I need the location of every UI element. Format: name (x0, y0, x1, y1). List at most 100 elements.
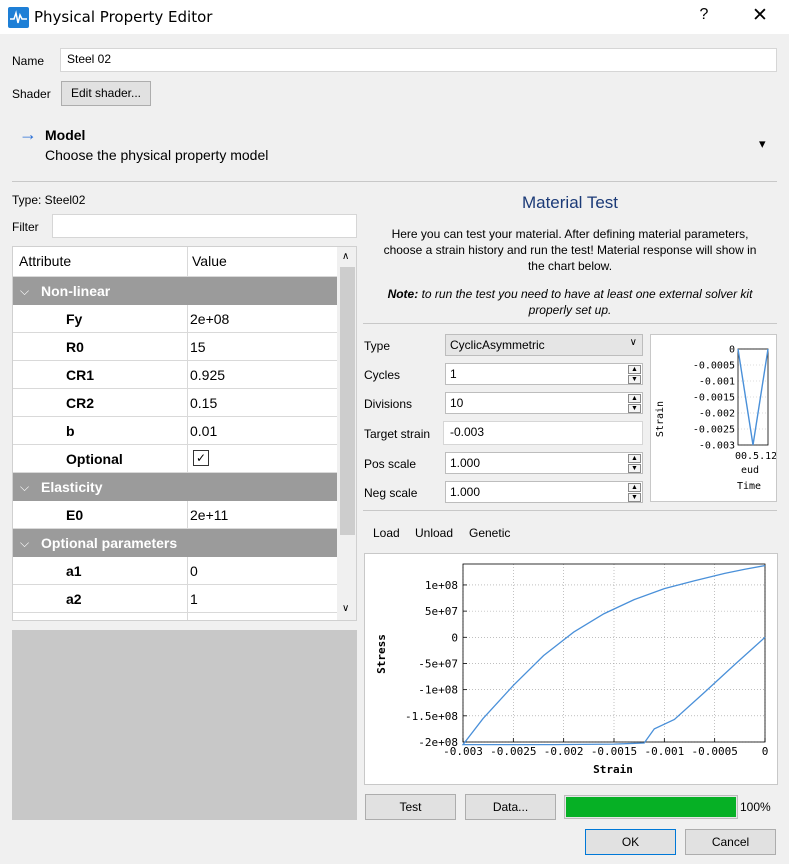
down-arrow-icon[interactable]: ▼ (628, 375, 641, 384)
y-tick-label: 0 (451, 631, 458, 644)
main-plot-frame (462, 563, 766, 743)
chevron-down-icon: ⌵ (20, 480, 30, 494)
progress-bar (564, 795, 738, 819)
down-arrow-icon[interactable]: ▼ (628, 404, 641, 413)
material-test-description: Here you can test your material. After d… (383, 227, 757, 273)
arrow-right-icon: → (19, 124, 37, 144)
edit-shader-button[interactable]: Edit shader... (61, 81, 151, 106)
x-tick-label: -0.0015 (591, 745, 637, 758)
type-param-label: Type (364, 339, 391, 353)
mini-ytick-label: -0.0005 (693, 361, 735, 372)
group-nonlinear[interactable]: ⌵ Non-linear (13, 277, 337, 305)
table-row[interactable]: a1 0 (13, 557, 337, 585)
neg-scale-stepper[interactable]: 1.000 ▲ ▼ (445, 481, 643, 503)
help-button[interactable]: ? (694, 6, 714, 28)
model-title: Model (45, 127, 86, 143)
shader-label: Shader (12, 87, 51, 101)
app-logo-icon (8, 7, 29, 28)
y-tick-label: -1e+08 (418, 684, 458, 697)
mini-ytick-label: 0 (729, 345, 735, 356)
table-row[interactable]: Optional ✓ (13, 445, 337, 473)
progress-fill (566, 797, 736, 817)
x-tick-label: -0.002 (544, 745, 584, 758)
y-tick-label: -1.5e+08 (405, 710, 458, 723)
x-tick-label: 0 (762, 745, 769, 758)
table-header: Attribute Value (13, 247, 337, 277)
name-value: Steel 02 (67, 52, 112, 66)
test-button[interactable]: Test (365, 794, 456, 820)
chevron-down-icon: ⌵ (20, 284, 30, 298)
material-test-title: Material Test (521, 193, 619, 212)
table-row[interactable]: a30 (13, 613, 337, 620)
mini-xlabel-fragment: eud (741, 465, 759, 476)
attribute-table: Attribute Value ⌵ Non-linear Fy 2e+08 R0 15… (12, 246, 357, 621)
scrollbar-thumb[interactable] (340, 267, 355, 535)
table-scrollbar[interactable]: ∧ ∨ (337, 247, 356, 620)
down-arrow-icon[interactable]: ▼ (628, 493, 641, 502)
data-button[interactable]: Data... (465, 794, 556, 820)
divider (12, 181, 777, 182)
x-tick-label: -0.003 (443, 745, 483, 758)
scroll-up-icon[interactable]: ∧ (342, 251, 349, 262)
name-label: Name (12, 54, 45, 68)
y-tick-label: 1e+08 (425, 579, 458, 592)
strain-history-chart: Strain 0 -0.0005 -0.001 -0.0015 -0.002 -0.002… (650, 334, 777, 502)
group-optional-parameters[interactable]: ⌵ Optional parameters (13, 529, 337, 557)
progress-label: 100% (740, 800, 771, 814)
up-arrow-icon[interactable]: ▲ (628, 394, 641, 403)
chevron-down-icon: ⌵ (20, 536, 30, 550)
scroll-down-icon[interactable]: ∨ (342, 603, 349, 614)
filter-input[interactable] (52, 214, 357, 238)
model-dropdown-icon[interactable]: ▾ (759, 136, 766, 152)
mini-time-label: Time (737, 481, 761, 492)
optional-checkbox[interactable]: ✓ (193, 450, 209, 466)
target-strain-label: Target strain (364, 427, 431, 441)
down-arrow-icon[interactable]: ▼ (628, 464, 641, 473)
table-row[interactable]: CR2 0.15 (13, 389, 337, 417)
tab-genetic[interactable]: Genetic (469, 526, 510, 540)
cycles-stepper[interactable]: 1 ▲ ▼ (445, 363, 643, 385)
up-arrow-icon[interactable]: ▲ (628, 365, 641, 374)
y-tick-label: -5e+07 (418, 657, 458, 670)
y-tick-label: 5e+07 (425, 605, 458, 618)
table-row[interactable]: Fy 2e+08 (13, 305, 337, 333)
mini-ytick-label: -0.0015 (693, 393, 735, 404)
mini-ytick-label: -0.0025 (693, 425, 735, 436)
group-elasticity[interactable]: ⌵ Elasticity (13, 473, 337, 501)
pos-scale-stepper[interactable]: 1.000 ▲ ▼ (445, 452, 643, 474)
ok-button[interactable]: OK (585, 829, 676, 855)
neg-scale-label: Neg scale (364, 486, 418, 500)
preview-panel (12, 630, 357, 820)
up-arrow-icon[interactable]: ▲ (628, 454, 641, 463)
type-select[interactable]: CyclicAsymmetric ∨ (445, 334, 643, 356)
table-row[interactable]: b 0.01 (13, 417, 337, 445)
stress-strain-chart: 1e+08 5e+07 0 -5e+07 -1e+08 -1.5e+08 -2e+08 -0… (364, 553, 778, 785)
mini-ytick-label: -0.002 (699, 409, 735, 420)
table-row[interactable]: a2 1 (13, 585, 337, 613)
cancel-button[interactable]: Cancel (685, 829, 776, 855)
table-row[interactable]: R0 15 (13, 333, 337, 361)
window-title: Physical Property Editor (34, 8, 213, 26)
table-row[interactable]: E0 2e+11 (13, 501, 337, 529)
model-subtitle: Choose the physical property model (45, 147, 269, 163)
type-label: Type: Steel02 (12, 193, 86, 207)
mini-xticks: 00.5.12 (735, 451, 776, 462)
divisions-label: Divisions (364, 397, 413, 411)
mini-ytick-label: -0.003 (699, 441, 735, 452)
up-arrow-icon[interactable]: ▲ (628, 483, 641, 492)
target-strain-input[interactable]: -0.003 (443, 421, 643, 445)
name-input[interactable]: Steel 02 (60, 48, 777, 72)
tab-unload[interactable]: Unload (415, 526, 453, 540)
attribute-column-header: Attribute (19, 253, 72, 269)
chevron-down-icon: ∨ (629, 337, 637, 348)
pos-scale-label: Pos scale (364, 457, 417, 471)
table-row[interactable]: CR1 0.925 (13, 361, 337, 389)
tab-load[interactable]: Load (373, 526, 400, 540)
strain-axis-label: Strain (655, 401, 666, 437)
mini-ytick-label: -0.001 (699, 377, 735, 388)
x-tick-label: -0.0025 (490, 745, 536, 758)
divisions-stepper[interactable]: 10 ▲ ▼ (445, 392, 643, 414)
x-tick-label: -0.0005 (691, 745, 737, 758)
strain-xaxis-label: Strain (593, 763, 633, 776)
close-button[interactable]: ✕ (748, 4, 772, 28)
